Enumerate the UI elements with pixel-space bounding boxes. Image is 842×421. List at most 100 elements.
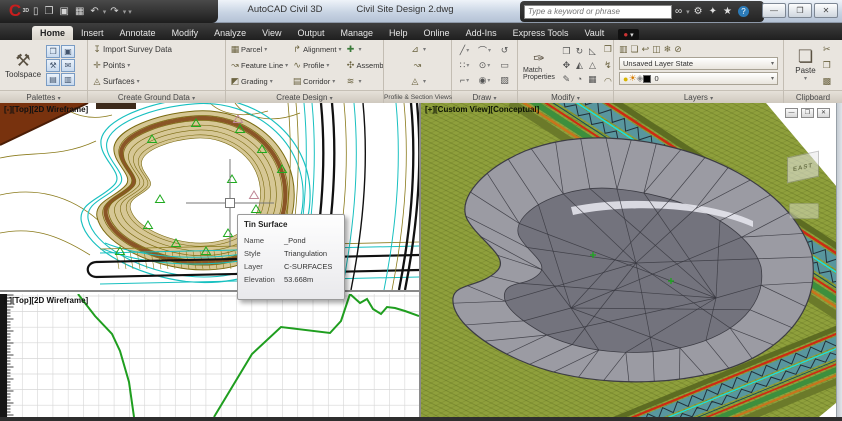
paste-button[interactable]: ❏ Paste ▾ [793, 42, 817, 88]
layer-isolate-icon[interactable]: ◫ [652, 44, 661, 55]
panel-title-clipboard[interactable]: Clipboard [784, 90, 842, 103]
viewport-3d-conceptual[interactable]: [+][Custom View][Conceptual] — ❐ ✕ EAST [421, 103, 842, 417]
modify-move-button[interactable]: ✥ [560, 58, 573, 72]
section-views-button[interactable]: ◬ ▾ [409, 74, 426, 88]
palette-toggle-2[interactable]: ▣ [61, 45, 75, 58]
viewcube[interactable]: EAST [783, 148, 823, 186]
new-file-icon[interactable]: ▯ [30, 1, 42, 23]
modify-scale-button[interactable]: △ [586, 58, 599, 72]
profile-button[interactable]: ∿ Profile▾ [291, 58, 341, 72]
draw-region-button[interactable]: ◉▾ [475, 73, 495, 88]
sample-lines-button[interactable]: ↝ [411, 58, 423, 72]
modify-stretch-button[interactable]: ❐▾ [602, 42, 613, 56]
draw-arc-button[interactable]: ⌒▾ [475, 43, 495, 58]
layer-previous-icon[interactable]: ↩ [642, 44, 650, 55]
open-file-icon[interactable]: ❒ [42, 1, 57, 23]
tab-insert[interactable]: Insert [73, 26, 112, 40]
tab-express-tools[interactable]: Express Tools [505, 26, 577, 40]
palette-toggle-4[interactable]: ✉ [61, 59, 75, 72]
panel-title-create-ground-data[interactable]: Create Ground Data ▾ [88, 90, 225, 103]
pipe-network-button[interactable]: ≋ ▾ [345, 74, 383, 88]
search-icon[interactable]: ∞ [672, 6, 685, 17]
tab-vault[interactable]: Vault [576, 26, 612, 40]
modify-mirror-button[interactable]: ◭ [573, 58, 586, 72]
tab-modify[interactable]: Modify [164, 26, 207, 40]
close-button[interactable]: ✕ [814, 3, 838, 18]
palette-toggle-1[interactable]: ❒ [46, 45, 60, 58]
favorites-star-icon[interactable]: ★ [720, 6, 735, 17]
minimize-button[interactable]: — [762, 3, 786, 18]
viewport-label-profile[interactable]: [-][Top][2D Wireframe] [4, 296, 88, 305]
drawing-close-button[interactable]: ✕ [817, 108, 830, 118]
layer-properties-icon[interactable]: ▥ [619, 44, 628, 55]
alignment-button[interactable]: ↱ Alignment▾ [291, 42, 341, 56]
current-layer-dropdown[interactable]: ● ☀ ◈ 0▾ [619, 72, 778, 85]
surfaces-button[interactable]: ◬ Surfaces▾ [91, 74, 172, 88]
modify-offset-button[interactable]: ◔ [573, 72, 586, 86]
viewcube-east-face[interactable]: EAST [787, 151, 819, 184]
navigation-bar[interactable] [789, 203, 819, 219]
modify-break-button[interactable]: ↯▾ [602, 58, 613, 72]
save-icon[interactable]: ▣ [56, 1, 71, 23]
match-properties-button[interactable]: ✑ Match Properties [521, 42, 557, 88]
modify-rotate-button[interactable]: ↻ [573, 44, 586, 58]
modify-array-button[interactable]: ▦ [586, 72, 599, 86]
tab-addins[interactable]: Add-Ins [458, 26, 505, 40]
viewport-label-3d[interactable]: [+][Custom View][Conceptual] [425, 105, 539, 114]
modify-copy-button[interactable]: ❒ [560, 44, 573, 58]
model-3d-canvas[interactable] [421, 103, 842, 417]
panel-title-profile-section-views[interactable]: Profile & Section Views [384, 90, 451, 103]
palette-toggle-6[interactable]: ▥ [61, 73, 75, 86]
drawing-restore-button[interactable]: ❐ [801, 108, 814, 118]
layer-match-icon[interactable]: ❏ [631, 44, 639, 55]
parcel-button[interactable]: ▦ Parcel▾ [229, 42, 288, 56]
palette-toggle-3[interactable]: ⚒ [46, 59, 60, 72]
redo-icon[interactable]: ↷ [107, 1, 121, 23]
draw-points-button[interactable]: ∷▾ [455, 58, 475, 73]
tab-annotate[interactable]: Annotate [112, 26, 164, 40]
points-button[interactable]: ✛ Points▾ [91, 58, 172, 72]
copy-clip-button[interactable]: ❐ [821, 58, 833, 72]
profile-canvas[interactable] [0, 294, 419, 417]
viewport-plan-2d[interactable]: [-][Top][2D Wireframe] [0, 103, 419, 292]
contour-plan-canvas[interactable] [0, 103, 419, 290]
paste-special-button[interactable]: ▩ [821, 74, 833, 88]
tab-output[interactable]: Output [289, 26, 332, 40]
panel-title-modify[interactable]: Modify ▾ [518, 90, 613, 103]
import-survey-data-button[interactable]: ↧ Import Survey Data [91, 42, 172, 56]
restore-button[interactable]: ❐ [788, 3, 812, 18]
tab-online[interactable]: Online [416, 26, 458, 40]
modify-trim-button[interactable]: ◺ [586, 44, 599, 58]
draw-line-button[interactable]: ╱▾ [455, 43, 475, 58]
modify-fillet-button[interactable]: ◠▾ [602, 74, 613, 88]
panel-title-layers[interactable]: Layers ▾ [614, 90, 783, 103]
draw-polyline-button[interactable]: ⌐▾ [455, 73, 475, 88]
tab-help[interactable]: Help [381, 26, 416, 40]
draw-circle-button[interactable]: ⊙▾ [475, 58, 495, 73]
communication-center-icon[interactable]: ✦ [706, 6, 720, 17]
tab-manage[interactable]: Manage [333, 26, 382, 40]
draw-hatch-button[interactable]: ▨ [495, 73, 515, 88]
subscription-wrench-icon[interactable]: ⚙ [691, 6, 706, 17]
cut-button[interactable]: ✂ [821, 42, 833, 56]
panel-title-draw[interactable]: Draw ▾ [452, 90, 517, 103]
feature-line-button[interactable]: ↝ Feature Line▾ [229, 58, 288, 72]
assembly-button[interactable]: ✣ Assembly▾ [345, 58, 383, 72]
layer-off-icon[interactable]: ⊘ [674, 44, 682, 55]
viewport-label-plan[interactable]: [-][Top][2D Wireframe] [4, 105, 88, 114]
drawing-minimize-button[interactable]: — [785, 108, 798, 118]
tab-home[interactable]: Home [32, 26, 73, 40]
grading-button[interactable]: ◩ Grading▾ [229, 74, 288, 88]
viewport-profile-2d[interactable]: [-][Top][2D Wireframe] [0, 294, 419, 417]
right-scrollbar[interactable] [836, 103, 842, 417]
layer-state-dropdown[interactable]: Unsaved Layer State▾ [619, 57, 778, 70]
profile-view-button[interactable]: ⊿ ▾ [409, 42, 426, 56]
corridor-button[interactable]: ▤ Corridor▾ [291, 74, 341, 88]
help-icon[interactable]: ? [738, 6, 749, 17]
undo-icon[interactable]: ↶ [87, 1, 101, 23]
panel-title-palettes[interactable]: Palettes ▾ [0, 90, 87, 103]
tab-analyze[interactable]: Analyze [206, 26, 254, 40]
ribbon-display-toggle[interactable]: ● ▾ [618, 29, 638, 40]
toolspace-button[interactable]: ⚒ Toolspace [3, 42, 43, 88]
plot-icon[interactable]: ▦ [72, 1, 87, 23]
